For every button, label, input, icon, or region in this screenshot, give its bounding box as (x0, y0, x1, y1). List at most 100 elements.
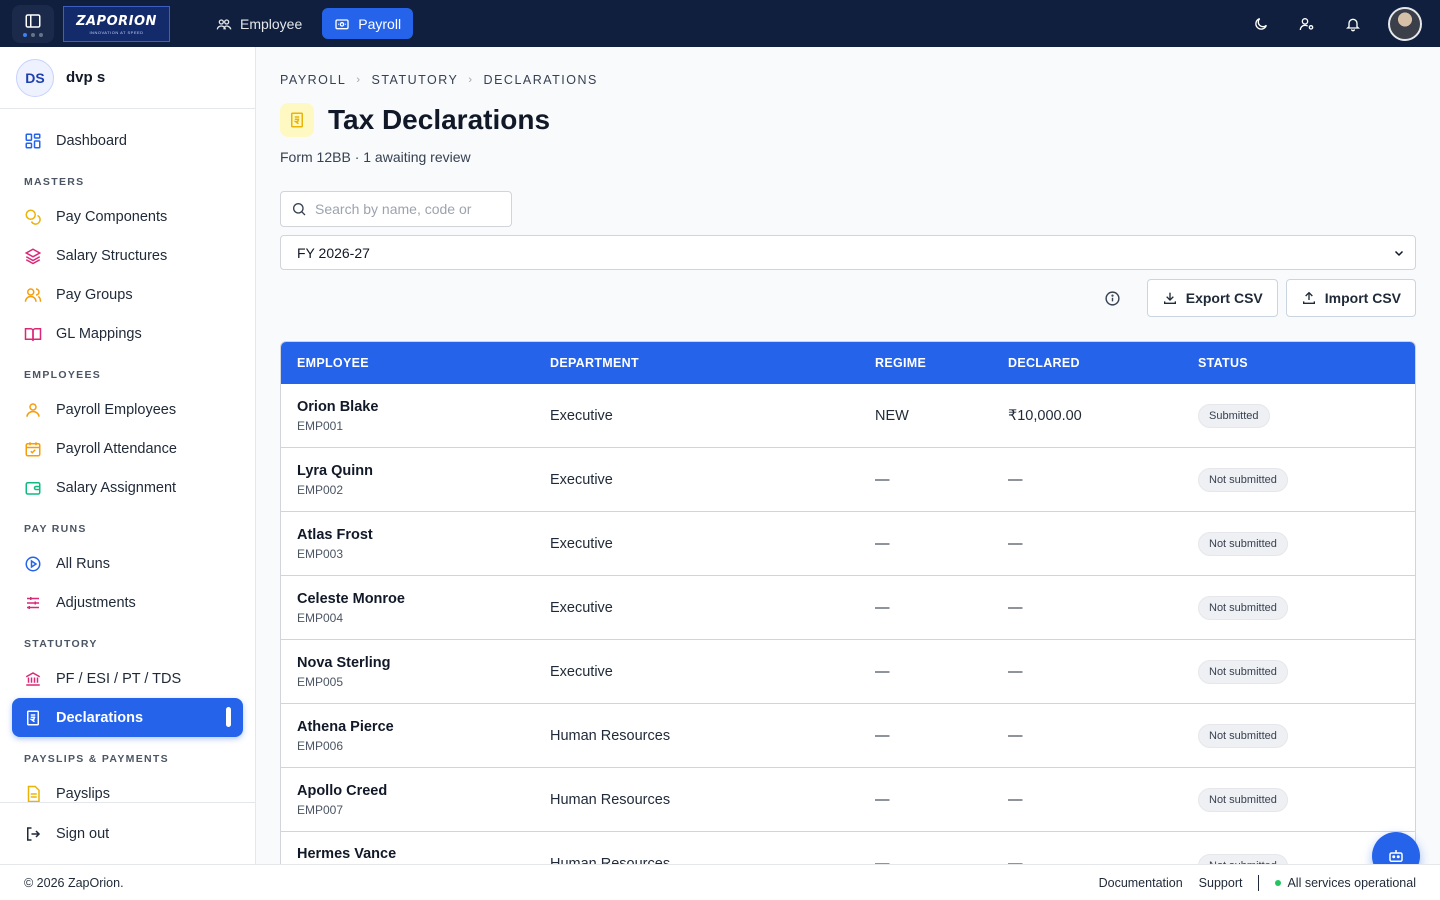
table-row[interactable]: Apollo Creed EMP007 Human Resources — — N… (281, 768, 1415, 832)
employee-code: EMP006 (297, 738, 344, 753)
sidebar-menu: Dashboard MASTERS Pay Components Salary … (0, 109, 255, 813)
regime-cell: — (875, 535, 890, 552)
info-icon (1105, 290, 1120, 306)
grid-icon (25, 133, 41, 148)
search-input[interactable] (315, 201, 495, 217)
department-cell: Executive (550, 407, 613, 424)
breadcrumb-statutory[interactable]: STATUTORY (371, 73, 458, 87)
department-cell: Executive (550, 471, 613, 488)
sidebar-item-salary-assignment[interactable]: Salary Assignment (12, 468, 243, 507)
header-declared[interactable]: DECLARED (1008, 356, 1198, 370)
sidebar-item-salary-structures[interactable]: Salary Structures (12, 236, 243, 275)
sidebar-item-payroll-employees[interactable]: Payroll Employees (12, 390, 243, 429)
zaporion-logo[interactable]: ZAPORION INNOVATION AT SPEED (63, 6, 170, 42)
employee-name: Atlas Frost (297, 526, 373, 543)
department-cell: Human Resources (550, 727, 671, 744)
regime-cell: — (875, 599, 890, 616)
department-cell: Executive (550, 599, 613, 616)
fiscal-year-select[interactable]: FY 2026-27 (280, 235, 1416, 270)
header-regime[interactable]: REGIME (875, 356, 1008, 370)
department-cell: Executive (550, 663, 613, 680)
employee-code: EMP001 (297, 418, 344, 433)
employee-name: Apollo Creed (297, 782, 388, 799)
sidebar-item-declarations[interactable]: Declarations (12, 698, 243, 737)
table-row[interactable]: Lyra Quinn EMP002 Executive — — Not submi… (281, 448, 1415, 512)
department-cell: Human Resources (550, 856, 671, 864)
play-circle-icon (25, 556, 41, 571)
sidebar-item-payroll-attendance[interactable]: Payroll Attendance (12, 429, 243, 468)
breadcrumb-payroll[interactable]: PAYROLL (280, 73, 346, 87)
nav-payroll[interactable]: Payroll (322, 8, 414, 39)
breadcrumb: PAYROLL › STATUTORY › DECLARATIONS (280, 73, 598, 87)
file-text-icon (27, 785, 40, 802)
chevron-right-icon: › (356, 74, 362, 86)
employee-name: Athena Pierce (297, 718, 394, 735)
status-badge: Not submitted (1198, 723, 1288, 748)
employee-code: EMP004 (297, 610, 344, 625)
main-content: PAYROLL › STATUTORY › DECLARATIONS Tax D… (256, 47, 1440, 864)
service-status-text: All services operational (1287, 875, 1416, 890)
avatar: DS (16, 58, 54, 97)
nav-employee-label: Employee (240, 15, 303, 32)
employee-name: Lyra Quinn (297, 462, 373, 479)
sidebar-toggle-button[interactable] (12, 5, 54, 43)
user-settings-button[interactable] (1296, 13, 1318, 35)
table-row[interactable]: Nova Sterling EMP005 Executive — — Not su… (281, 640, 1415, 704)
sign-out-button[interactable]: Sign out (12, 814, 243, 853)
footer-divider (1258, 874, 1260, 891)
import-csv-label: Import CSV (1324, 290, 1401, 306)
user-avatar[interactable] (1388, 7, 1422, 41)
user-profile[interactable]: DS dvp s (0, 47, 255, 109)
declared-cell: — (1008, 791, 1023, 808)
info-button[interactable] (1101, 286, 1125, 310)
fiscal-year-value: FY 2026-27 (297, 244, 370, 261)
toggle-dots (23, 32, 43, 37)
copyright-text: © 2026 ZapOrion. (24, 875, 124, 890)
employee-name: Nova Sterling (297, 654, 391, 671)
sidebar-item-gl-mappings[interactable]: GL Mappings (12, 314, 243, 353)
sidebar-item-pf-esi-pt-tds[interactable]: PF / ESI / PT / TDS (12, 659, 243, 698)
status-badge: Not submitted (1198, 659, 1288, 684)
sidebar-item-pay-components[interactable]: Pay Components (12, 197, 243, 236)
import-csv-button[interactable]: Import CSV (1285, 279, 1416, 317)
declarations-table: EMPLOYEE DEPARTMENT REGIME DECLARED STAT… (280, 341, 1416, 864)
export-csv-button[interactable]: Export CSV (1146, 279, 1278, 317)
receipt-rupee-icon (27, 710, 39, 725)
page-icon (280, 103, 314, 137)
declared-cell: — (1008, 535, 1023, 552)
regime-cell: — (875, 471, 890, 488)
regime-cell: — (875, 727, 890, 744)
status-badge: Not submitted (1198, 787, 1288, 812)
table-row[interactable]: Atlas Frost EMP003 Executive — — Not subm… (281, 512, 1415, 576)
sidebar-item-label: Pay Components (56, 208, 168, 225)
department-cell: Human Resources (550, 791, 671, 808)
documentation-link[interactable]: Documentation (1099, 876, 1183, 890)
table-row[interactable]: Orion Blake EMP001 Executive NEW ₹10,000.… (281, 384, 1415, 448)
signout-area: Sign out (0, 802, 255, 864)
sidebar-item-adjustments[interactable]: Adjustments (12, 583, 243, 622)
employee-code: EMP003 (297, 546, 344, 561)
theme-toggle-button[interactable] (1250, 13, 1272, 35)
active-indicator (226, 707, 231, 727)
notifications-button[interactable] (1342, 13, 1364, 35)
table-row[interactable]: Celeste Monroe EMP004 Executive — — Not s… (281, 576, 1415, 640)
nav-employee[interactable]: Employee (204, 8, 314, 39)
table-row[interactable]: Athena Pierce EMP006 Human Resources — — … (281, 704, 1415, 768)
declared-cell: — (1008, 727, 1023, 744)
sidebar-item-dashboard[interactable]: Dashboard (12, 121, 243, 160)
header-status[interactable]: STATUS (1198, 356, 1415, 370)
employee-code: EMP007 (297, 802, 344, 817)
sidebar-item-pay-groups[interactable]: Pay Groups (12, 275, 243, 314)
header-employee[interactable]: EMPLOYEE (281, 356, 550, 370)
table-row[interactable]: Hermes Vance Human Resources — — Not sub… (281, 832, 1415, 864)
sidebar-item-label: Salary Assignment (56, 479, 177, 496)
header-department[interactable]: DEPARTMENT (550, 356, 875, 370)
support-link[interactable]: Support (1199, 876, 1243, 890)
declared-cell: — (1008, 471, 1023, 488)
sliders-icon (27, 596, 39, 609)
search-box[interactable] (280, 191, 512, 227)
employee-code: EMP005 (297, 674, 344, 689)
declared-cell: ₹10,000.00 (1008, 407, 1082, 424)
footer: © 2026 ZapOrion. Documentation Support A… (0, 864, 1440, 900)
sidebar-item-all-runs[interactable]: All Runs (12, 544, 243, 583)
